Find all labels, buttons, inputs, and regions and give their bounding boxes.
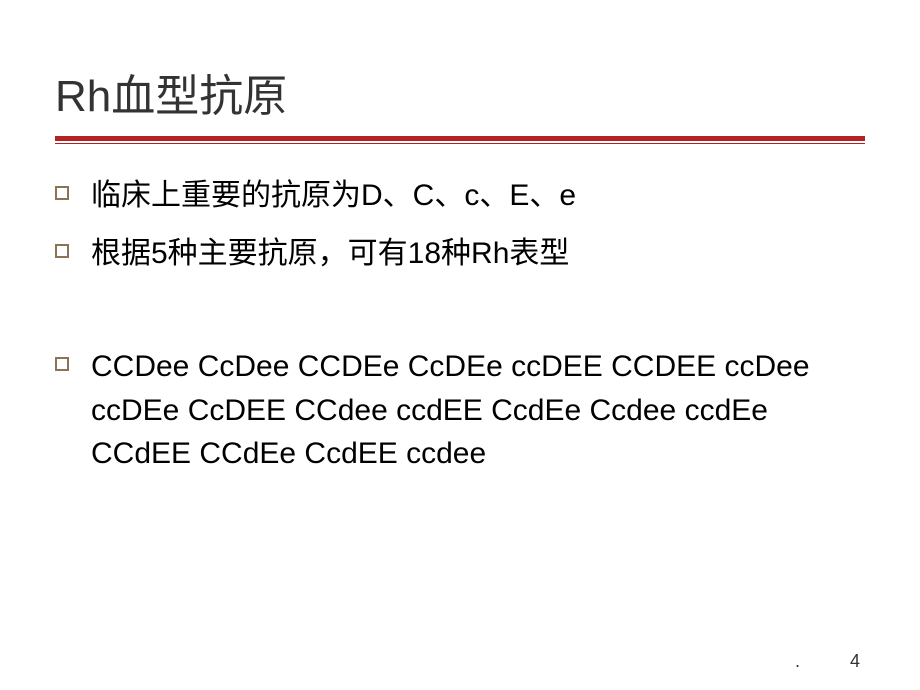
bullet-item-1: 临床上重要的抗原为D、C、c、E、e bbox=[55, 174, 865, 218]
slide-footer: . 4 bbox=[795, 651, 860, 672]
footer-dot: . bbox=[795, 651, 800, 672]
bullet-text-1: 临床上重要的抗原为D、C、c、E、e bbox=[91, 174, 576, 218]
bullet-item-phenotypes: CCDee CcDee CCDEe CcDEe ccDEE CCDEE ccDe… bbox=[55, 345, 865, 476]
title-underline bbox=[55, 136, 865, 144]
underline-thick bbox=[55, 136, 865, 141]
page-number: 4 bbox=[850, 651, 860, 672]
bullet-marker-icon bbox=[55, 357, 69, 371]
slide-title: Rh血型抗原 bbox=[55, 60, 865, 124]
bullet-item-2: 根据5种主要抗原，可有18种Rh表型 bbox=[55, 232, 865, 276]
bullet-list: 临床上重要的抗原为D、C、c、E、e 根据5种主要抗原，可有18种Rh表型 CC… bbox=[55, 174, 865, 476]
underline-thin bbox=[55, 143, 865, 144]
bullet-text-2: 根据5种主要抗原，可有18种Rh表型 bbox=[91, 232, 569, 276]
slide-container: Rh血型抗原 临床上重要的抗原为D、C、c、E、e 根据5种主要抗原，可有18种… bbox=[0, 0, 920, 476]
phenotypes-text: CCDee CcDee CCDEe CcDEe ccDEE CCDEE ccDe… bbox=[91, 345, 811, 476]
bullet-marker-icon bbox=[55, 244, 69, 258]
bullet-marker-icon bbox=[55, 186, 69, 200]
